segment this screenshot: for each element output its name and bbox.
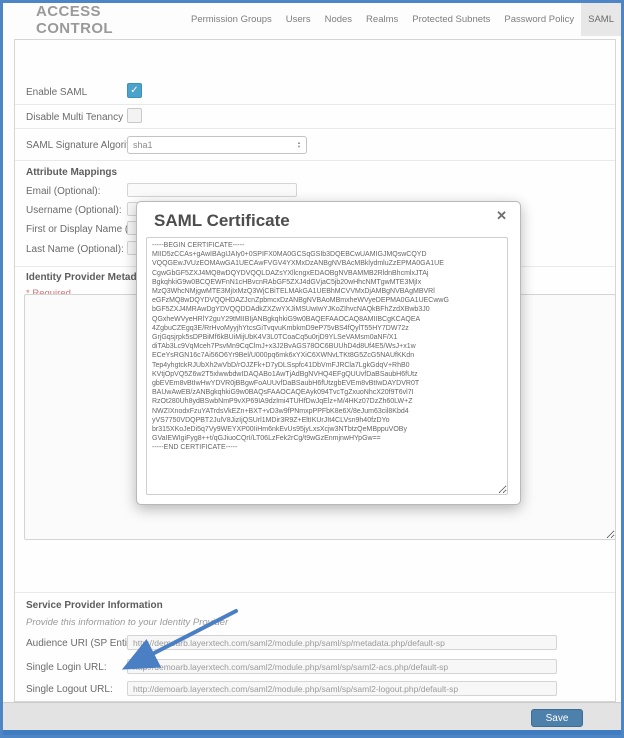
audience-uri-field[interactable] — [127, 635, 557, 650]
header: ACCESS CONTROL Permission Groups Users N… — [3, 3, 621, 36]
window-bottom-border — [3, 730, 621, 738]
divider — [15, 104, 615, 105]
disable-multi-tenancy-checkbox[interactable] — [127, 108, 142, 123]
email-label: Email (Optional): — [26, 186, 100, 197]
last-name-label: Last Name (Optional): — [26, 244, 124, 255]
signature-algorithm-label: SAML Signature Algorithm — [26, 140, 143, 151]
select-stepper-icon: ▲▼ — [297, 141, 301, 149]
saml-certificate-modal: SAML Certificate ✕ -----BEGIN CERTIFICAT… — [136, 201, 521, 505]
tab-nodes[interactable]: Nodes — [318, 3, 359, 36]
email-field[interactable] — [127, 183, 297, 197]
service-provider-subheading: Provide this information to your Identit… — [26, 617, 228, 628]
page-title: ACCESS CONTROL — [36, 3, 158, 37]
tab-protected-subnets[interactable]: Protected Subnets — [405, 3, 497, 36]
tab-users[interactable]: Users — [279, 3, 318, 36]
single-login-url-field[interactable] — [127, 659, 557, 674]
save-button[interactable]: Save — [531, 709, 583, 727]
tab-saml[interactable]: SAML — [581, 3, 621, 36]
tab-password-policy[interactable]: Password Policy — [497, 3, 581, 36]
username-label: Username (Optional): — [26, 205, 122, 216]
selected-algorithm: sha1 — [133, 140, 153, 150]
divider — [15, 128, 615, 129]
attribute-mappings-heading: Attribute Mappings — [26, 167, 117, 178]
enable-saml-checkbox[interactable]: ✓ — [127, 83, 142, 98]
footer-bar: Save — [3, 702, 621, 730]
tab-realms[interactable]: Realms — [359, 3, 405, 36]
checkmark-icon: ✓ — [130, 85, 138, 96]
saml-settings-page: ACCESS CONTROL Permission Groups Users N… — [0, 0, 624, 738]
saml-signature-algorithm-select[interactable]: sha1 ▲▼ — [127, 136, 307, 154]
single-login-url-label: Single Login URL: — [26, 662, 107, 673]
single-logout-url-field[interactable] — [127, 681, 557, 696]
disable-multi-tenancy-label: Disable Multi Tenancy — [26, 112, 123, 123]
modal-title: SAML Certificate — [154, 211, 290, 231]
single-logout-url-label: Single Logout URL: — [26, 684, 113, 695]
enable-saml-label: Enable SAML — [26, 87, 87, 98]
certificate-textarea[interactable]: -----BEGIN CERTIFICATE----- MIID5zCCAs+g… — [146, 237, 508, 495]
service-provider-heading: Service Provider Information — [26, 600, 163, 611]
tab-permission-groups[interactable]: Permission Groups — [184, 3, 279, 36]
divider — [15, 592, 615, 593]
tab-bar: Permission Groups Users Nodes Realms Pro… — [184, 3, 621, 36]
close-icon[interactable]: ✕ — [496, 209, 507, 223]
divider — [15, 160, 615, 161]
